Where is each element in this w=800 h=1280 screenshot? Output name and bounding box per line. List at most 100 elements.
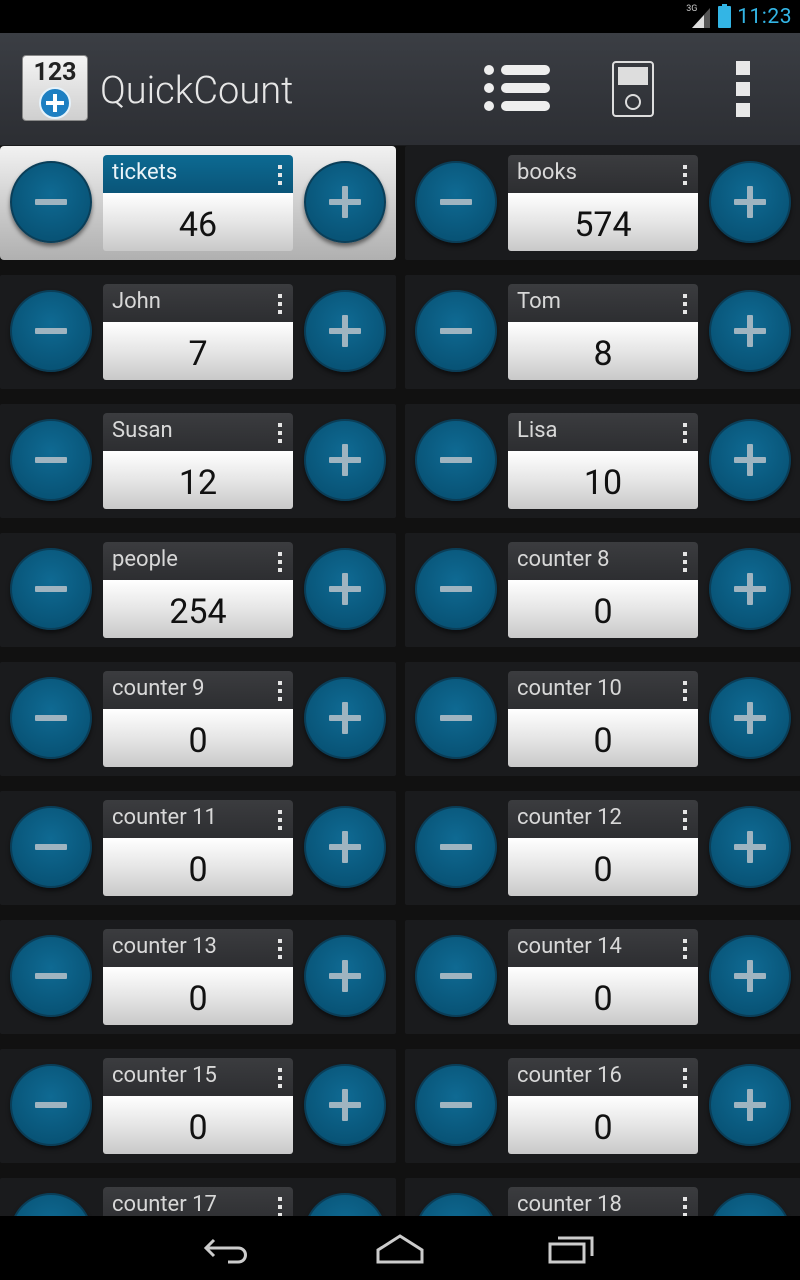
counter-card[interactable]: counter 14 0 (508, 929, 698, 1025)
counter-name[interactable]: counter 12 (508, 800, 698, 838)
counter-card[interactable]: counter 13 0 (103, 929, 293, 1025)
increment-button[interactable] (304, 548, 386, 630)
decrement-button[interactable] (415, 1193, 497, 1216)
counter-card[interactable]: counter 90 (103, 671, 293, 767)
counter-menu-icon[interactable] (683, 294, 687, 314)
decrement-button[interactable] (10, 935, 92, 1017)
counter-menu-icon[interactable] (278, 939, 282, 959)
counter-menu-icon[interactable] (683, 552, 687, 572)
decrement-button[interactable] (10, 548, 92, 630)
increment-button[interactable] (709, 1193, 791, 1216)
counter-menu-icon[interactable] (683, 681, 687, 701)
counter-menu-icon[interactable] (278, 423, 282, 443)
home-icon[interactable] (370, 1228, 430, 1268)
increment-button[interactable] (709, 548, 791, 630)
counter-card[interactable]: counter 80 (508, 542, 698, 638)
increment-button[interactable] (709, 806, 791, 888)
increment-button[interactable] (709, 677, 791, 759)
counter-name[interactable]: books (508, 155, 698, 193)
counter-cell[interactable]: counter 10 0 (405, 662, 800, 776)
counter-card[interactable]: books 574 (508, 155, 698, 251)
counter-cell[interactable]: counter 80 (405, 533, 800, 647)
counter-menu-icon[interactable] (278, 165, 282, 185)
decrement-button[interactable] (10, 806, 92, 888)
counter-card[interactable]: counter 15 0 (103, 1058, 293, 1154)
counter-name[interactable]: tickets (103, 155, 293, 193)
overflow-menu-icon[interactable] (736, 53, 800, 123)
counter-cell[interactable]: counter 17 (0, 1178, 396, 1216)
counter-menu-icon[interactable] (683, 165, 687, 185)
increment-button[interactable] (709, 1064, 791, 1146)
decrement-button[interactable] (10, 161, 92, 243)
decrement-button[interactable] (10, 677, 92, 759)
counter-card[interactable]: Lisa 10 (508, 413, 698, 509)
counter-cell[interactable]: counter 18 (405, 1178, 800, 1216)
increment-button[interactable] (304, 419, 386, 501)
decrement-button[interactable] (415, 935, 497, 1017)
decrement-button[interactable] (10, 1193, 92, 1216)
counter-card[interactable]: counter 18 (508, 1187, 698, 1216)
increment-button[interactable] (304, 1193, 386, 1216)
increment-button[interactable] (304, 1064, 386, 1146)
counter-card[interactable]: John 7 (103, 284, 293, 380)
counter-card[interactable]: counter 11 0 (103, 800, 293, 896)
counter-card[interactable]: tickets 46 (103, 155, 293, 251)
counter-cell[interactable]: tickets 46 (0, 146, 396, 260)
counter-cell[interactable]: counter 14 0 (405, 920, 800, 1034)
counter-name[interactable]: counter 8 (508, 542, 698, 580)
increment-button[interactable] (304, 806, 386, 888)
counter-cell[interactable]: Susan 12 (0, 404, 396, 518)
app-icon[interactable]: 123 (22, 55, 88, 121)
device-icon[interactable] (612, 61, 654, 117)
counter-menu-icon[interactable] (683, 939, 687, 959)
counter-menu-icon[interactable] (278, 294, 282, 314)
decrement-button[interactable] (415, 419, 497, 501)
counter-name[interactable]: counter 14 (508, 929, 698, 967)
counter-card[interactable]: people 254 (103, 542, 293, 638)
increment-button[interactable] (709, 290, 791, 372)
decrement-button[interactable] (10, 419, 92, 501)
increment-button[interactable] (709, 419, 791, 501)
recent-apps-icon[interactable] (542, 1228, 602, 1268)
counter-card[interactable]: Susan 12 (103, 413, 293, 509)
counter-card[interactable]: counter 12 0 (508, 800, 698, 896)
counter-name[interactable]: counter 13 (103, 929, 293, 967)
counter-cell[interactable]: books 574 (405, 146, 800, 260)
increment-button[interactable] (304, 677, 386, 759)
counter-name[interactable]: Tom (508, 284, 698, 322)
counter-menu-icon[interactable] (278, 810, 282, 830)
increment-button[interactable] (709, 935, 791, 1017)
decrement-button[interactable] (415, 161, 497, 243)
counter-name[interactable]: Lisa (508, 413, 698, 451)
counter-menu-icon[interactable] (683, 1197, 687, 1216)
counter-card[interactable]: Tom 8 (508, 284, 698, 380)
counter-name[interactable]: people (103, 542, 293, 580)
decrement-button[interactable] (10, 1064, 92, 1146)
counter-name[interactable]: counter 10 (508, 671, 698, 709)
counter-card[interactable]: counter 10 0 (508, 671, 698, 767)
counter-name[interactable]: counter 15 (103, 1058, 293, 1096)
decrement-button[interactable] (10, 290, 92, 372)
counter-menu-icon[interactable] (683, 1068, 687, 1088)
counter-cell[interactable]: John 7 (0, 275, 396, 389)
counter-name[interactable]: counter 18 (508, 1187, 698, 1216)
decrement-button[interactable] (415, 548, 497, 630)
counter-cell[interactable]: Tom 8 (405, 275, 800, 389)
counter-name[interactable]: counter 9 (103, 671, 293, 709)
increment-button[interactable] (304, 290, 386, 372)
counter-menu-icon[interactable] (278, 1068, 282, 1088)
counter-card[interactable]: counter 16 0 (508, 1058, 698, 1154)
counter-cell[interactable]: counter 11 0 (0, 791, 396, 905)
counter-menu-icon[interactable] (683, 423, 687, 443)
increment-button[interactable] (709, 161, 791, 243)
counter-cell[interactable]: people 254 (0, 533, 396, 647)
counter-cell[interactable]: counter 15 0 (0, 1049, 396, 1163)
counter-menu-icon[interactable] (683, 810, 687, 830)
counter-menu-icon[interactable] (278, 1197, 282, 1216)
increment-button[interactable] (304, 161, 386, 243)
counter-cell[interactable]: counter 90 (0, 662, 396, 776)
decrement-button[interactable] (415, 806, 497, 888)
decrement-button[interactable] (415, 677, 497, 759)
counter-cell[interactable]: Lisa 10 (405, 404, 800, 518)
counter-cell[interactable]: counter 13 0 (0, 920, 396, 1034)
